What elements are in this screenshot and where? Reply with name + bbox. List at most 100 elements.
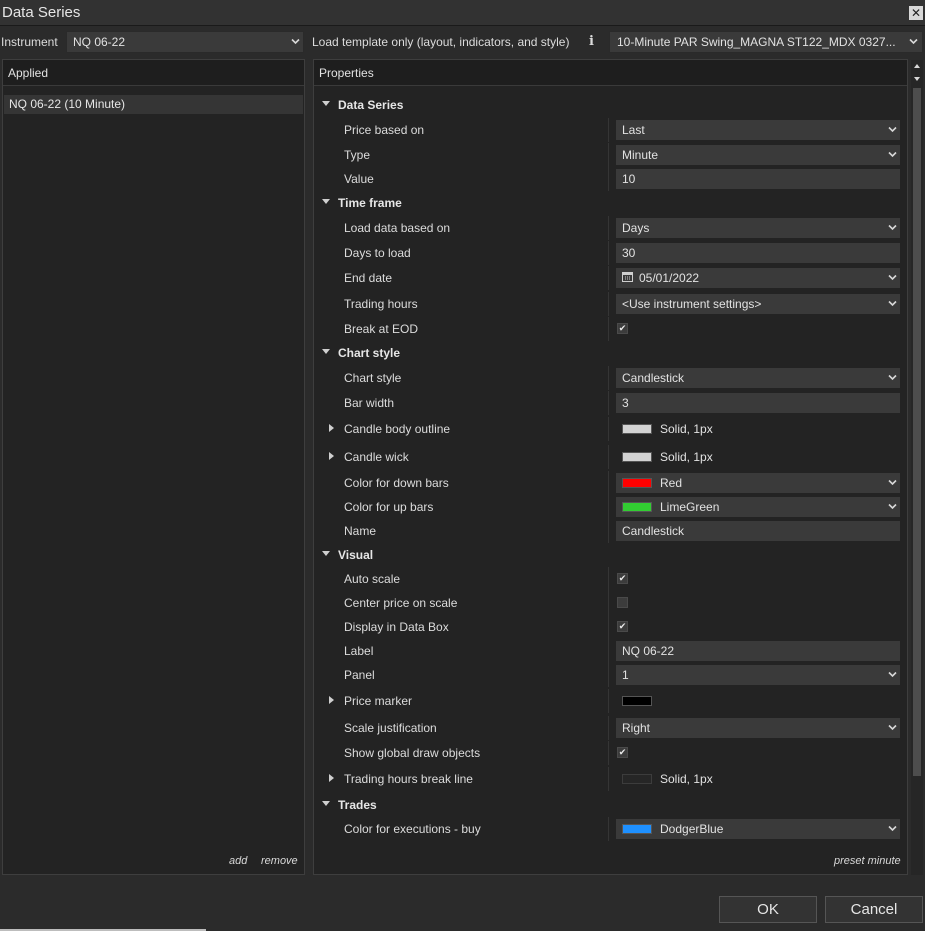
chevron-down-icon — [888, 150, 897, 158]
cancel-button[interactable]: Cancel — [825, 896, 923, 923]
scale-justification-select[interactable]: Right — [616, 718, 900, 738]
instrument-select[interactable]: NQ 06-22 — [66, 31, 304, 53]
divider — [608, 591, 609, 615]
prop-value: LimeGreen — [660, 500, 720, 514]
name-input[interactable]: Candlestick — [616, 521, 900, 541]
color-swatch — [622, 823, 652, 834]
row-bar-width: Bar width 3 — [314, 391, 907, 415]
scroll-up-icon[interactable] — [914, 64, 920, 68]
row-auto-scale: Auto scale ✔ — [314, 567, 907, 591]
prop-name: Color for down bars — [344, 476, 449, 490]
divider — [608, 716, 609, 740]
row-trading-hours: Trading hours <Use instrument settings> — [314, 292, 907, 316]
trading-hours-select[interactable]: <Use instrument settings> — [616, 294, 900, 314]
end-date-picker[interactable]: 05/01/2022 — [616, 268, 900, 288]
category-time-frame[interactable]: Time frame — [314, 191, 907, 215]
preset-link[interactable]: preset minute — [834, 855, 901, 867]
display-data-box-checkbox[interactable]: ✔ — [617, 621, 628, 632]
down-bars-color-select[interactable]: Red — [616, 473, 900, 493]
properties-scrollbar[interactable] — [911, 60, 923, 875]
prop-value: 1 — [622, 668, 629, 682]
divider — [608, 417, 609, 441]
prop-value: Solid, 1px — [660, 450, 713, 464]
divider — [608, 241, 609, 265]
category-visual[interactable]: Visual — [314, 543, 907, 567]
prop-name: Value — [344, 172, 374, 186]
window-title: Data Series — [2, 4, 81, 21]
collapse-triangle-icon[interactable] — [322, 551, 330, 556]
prop-value: Days — [622, 221, 650, 235]
expand-triangle-icon[interactable] — [329, 774, 334, 782]
color-swatch — [622, 477, 652, 488]
info-icon[interactable]: i — [589, 34, 594, 49]
collapse-triangle-icon[interactable] — [322, 101, 330, 106]
chevron-down-icon — [888, 824, 897, 832]
type-select[interactable]: Minute — [616, 145, 900, 165]
bar-width-input[interactable]: 3 — [616, 393, 900, 413]
prop-name: Load data based on — [344, 221, 451, 235]
add-link[interactable]: add — [229, 855, 247, 867]
color-swatch — [622, 423, 652, 434]
instrument-value: NQ 06-22 — [73, 35, 126, 49]
prop-name: Panel — [344, 668, 375, 682]
divider — [608, 519, 609, 543]
category-trades[interactable]: Trades — [314, 793, 907, 817]
chevron-down-icon — [888, 125, 897, 133]
category-label: Trades — [338, 798, 377, 812]
price-based-on-select[interactable]: Last — [616, 120, 900, 140]
expand-triangle-icon[interactable] — [329, 696, 334, 704]
load-data-select[interactable]: Days — [616, 218, 900, 238]
chevron-down-icon — [888, 502, 897, 510]
expand-triangle-icon[interactable] — [329, 452, 334, 460]
divider — [608, 495, 609, 519]
prop-name: Label — [344, 644, 374, 658]
prop-name: Color for up bars — [344, 500, 434, 514]
executions-buy-color-select[interactable]: DodgerBlue — [616, 819, 900, 839]
candle-body-outline-stroke[interactable]: Solid, 1px — [616, 419, 900, 439]
scrollbar-thumb[interactable] — [913, 88, 921, 776]
collapse-triangle-icon[interactable] — [322, 199, 330, 204]
row-end-date: End date 05/01/2022 — [314, 266, 907, 290]
auto-scale-checkbox[interactable]: ✔ — [617, 573, 628, 584]
applied-item-nq[interactable]: NQ 06-22 (10 Minute) — [4, 95, 303, 114]
prop-name: Break at EOD — [344, 322, 419, 336]
prop-name: Chart style — [344, 371, 402, 385]
label-input[interactable]: NQ 06-22 — [616, 641, 900, 661]
template-label: Load template only (layout, indicators, … — [312, 35, 570, 49]
prop-value: Red — [660, 476, 683, 490]
divider — [608, 445, 609, 469]
expand-triangle-icon[interactable] — [329, 424, 334, 432]
remove-link[interactable]: remove — [261, 855, 298, 867]
collapse-triangle-icon[interactable] — [322, 349, 330, 354]
divider — [608, 615, 609, 639]
scroll-down-icon[interactable] — [914, 77, 920, 81]
prop-name: Candle body outline — [344, 422, 451, 436]
close-icon[interactable]: ✕ — [909, 6, 923, 20]
candle-wick-stroke[interactable]: Solid, 1px — [616, 447, 900, 467]
panel-select[interactable]: 1 — [616, 665, 900, 685]
divider — [608, 639, 609, 663]
prop-value: Right — [622, 721, 651, 735]
ok-button[interactable]: OK — [719, 896, 817, 923]
category-chart-style[interactable]: Chart style — [314, 341, 907, 365]
chart-style-select[interactable]: Candlestick — [616, 368, 900, 388]
category-data-series[interactable]: Data Series — [314, 93, 907, 117]
chevron-down-icon — [888, 670, 897, 678]
prop-name: Price marker — [344, 694, 413, 708]
value-input[interactable]: 10 — [616, 169, 900, 189]
prop-name: Center price on scale — [344, 596, 458, 610]
break-at-eod-checkbox[interactable]: ✔ — [617, 323, 628, 334]
days-to-load-input[interactable]: 30 — [616, 243, 900, 263]
price-marker-color[interactable] — [616, 691, 900, 711]
center-price-checkbox[interactable] — [617, 597, 628, 608]
divider — [608, 292, 609, 316]
trading-hours-break-stroke[interactable]: Solid, 1px — [616, 769, 900, 789]
up-bars-color-select[interactable]: LimeGreen — [616, 497, 900, 517]
template-select[interactable]: 10-Minute PAR Swing_MAGNA ST122_MDX 0327… — [609, 31, 923, 53]
prop-value: Solid, 1px — [660, 772, 713, 786]
prop-name: Days to load — [344, 246, 411, 260]
prop-name: End date — [344, 271, 393, 285]
collapse-triangle-icon[interactable] — [322, 801, 330, 806]
show-global-draw-checkbox[interactable]: ✔ — [617, 747, 628, 758]
divider — [608, 741, 609, 765]
